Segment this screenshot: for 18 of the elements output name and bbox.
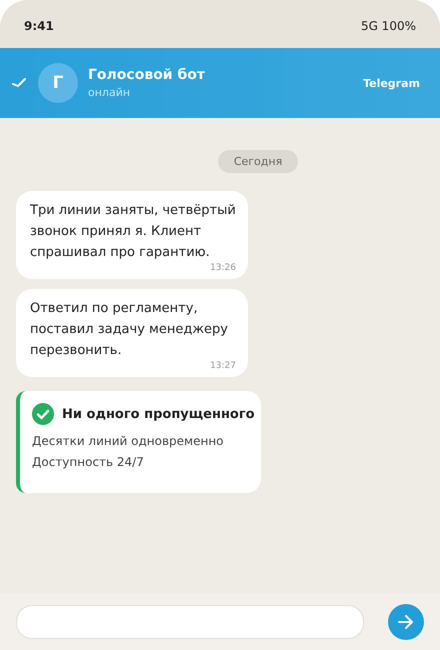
chat-title: Голосовой бот — [88, 67, 206, 83]
send-button[interactable] — [388, 604, 424, 640]
platform-label: Telegram — [363, 76, 420, 90]
card-title: Ни одного пропущенного — [62, 406, 255, 422]
card-line: Десятки линий одновременно — [32, 433, 225, 450]
status-time: 9:41 — [24, 19, 54, 33]
message-input-field[interactable] — [16, 604, 364, 638]
date-chip: Сегодня — [218, 150, 298, 173]
chat-status: онлайн — [88, 86, 132, 99]
avatar: Г — [38, 63, 78, 103]
card-line: Доступность 24/7 — [32, 454, 145, 471]
message-text: Три линии заняты, четвёртый звонок принял я. Клиент спрашивал про гарантию. — [30, 202, 236, 262]
message-time: 13:26 — [210, 263, 236, 273]
message-time: 13:27 — [210, 361, 236, 371]
check-icon — [32, 403, 54, 425]
arrow-icon — [398, 614, 414, 628]
message-text: Ответил по регламенту, поставил задачу менеджеру перезвонить. — [30, 300, 229, 360]
status-indicators: 5G 100% — [360, 19, 416, 33]
